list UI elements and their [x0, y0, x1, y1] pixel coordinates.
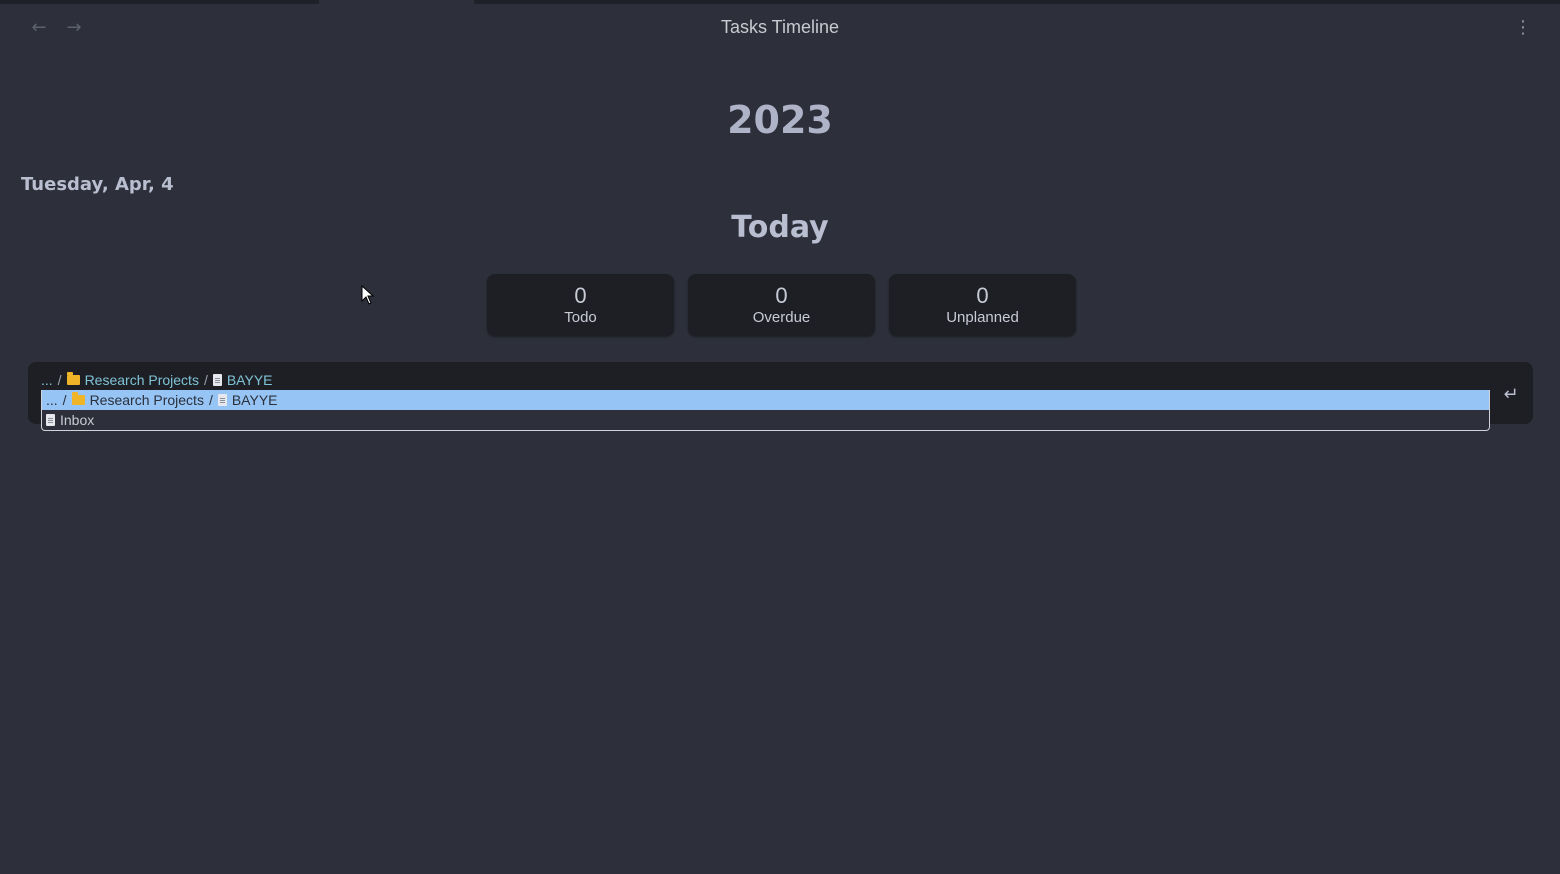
folder-icon [71, 392, 85, 405]
file-icon [46, 414, 55, 426]
view-header: ← → Tasks Timeline ⋮ [0, 4, 1560, 50]
overdue-count: 0 [775, 283, 788, 308]
today-heading: Today [731, 210, 829, 245]
date-heading: Tuesday, Apr, 4 [21, 174, 174, 195]
file-icon [212, 374, 222, 386]
option-folder: Research Projects [89, 392, 204, 408]
dropdown-option-bayye[interactable]: ... / Research Projects / BAYYE [42, 390, 1489, 410]
todo-count: 0 [574, 283, 587, 308]
option-file: BAYYE [231, 392, 278, 408]
unplanned-counter[interactable]: 0 Unplanned [889, 274, 1076, 336]
path-separator: / [57, 372, 62, 388]
overdue-counter[interactable]: 0 Overdue [688, 274, 875, 336]
folder-icon [66, 372, 80, 385]
path-separator: / [203, 372, 208, 388]
path-ellipsis: ... [41, 372, 53, 388]
unplanned-count: 0 [976, 283, 989, 308]
unplanned-label: Unplanned [946, 309, 1019, 326]
view-title: Tasks Timeline [720, 17, 840, 37]
more-options-icon[interactable]: ⋮ [1512, 16, 1534, 38]
option-separator: / [62, 392, 67, 408]
year-heading: 2023 [727, 98, 833, 142]
task-counters: 0 Todo 0 Overdue 0 Unplanned [487, 274, 1076, 336]
option-separator: / [208, 392, 213, 408]
option-file: Inbox [60, 412, 95, 428]
file-icon [217, 394, 227, 406]
option-ellipsis: ... [46, 392, 58, 408]
path-file: BAYYE [226, 372, 273, 388]
enter-icon[interactable]: ↵ [1499, 382, 1523, 406]
mouse-cursor-icon [361, 285, 375, 305]
todo-label: Todo [564, 309, 597, 326]
dropdown-option-inbox[interactable]: Inbox [42, 410, 1489, 430]
todo-counter[interactable]: 0 Todo [487, 274, 674, 336]
target-file-path[interactable]: ... / Research Projects / BAYYE [41, 371, 273, 389]
file-select-dropdown[interactable]: ... / Research Projects / BAYYE Inbox [41, 390, 1490, 431]
overdue-label: Overdue [752, 309, 811, 326]
path-folder: Research Projects [84, 372, 199, 388]
